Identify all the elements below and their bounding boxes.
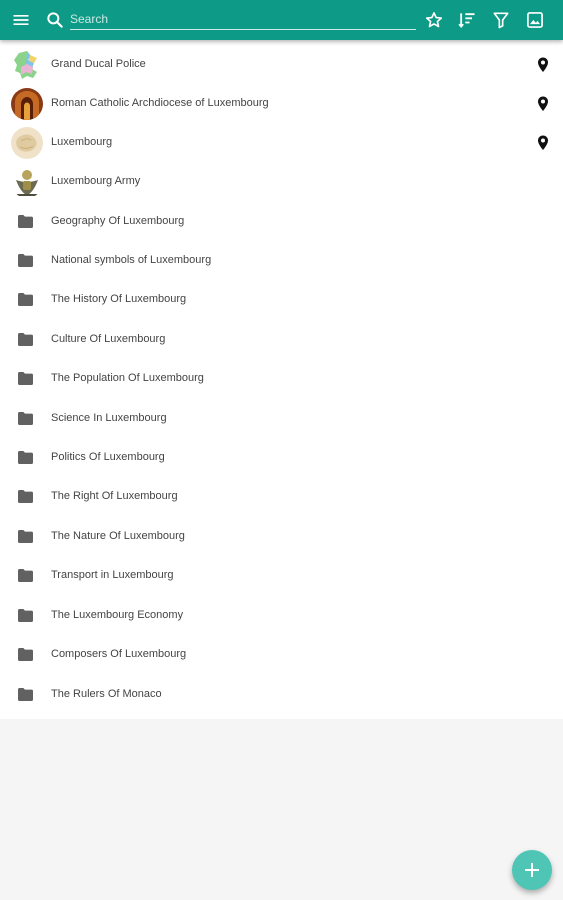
folder-icon xyxy=(18,254,33,267)
list-item-label: Grand Ducal Police xyxy=(51,58,146,70)
list-item-label: The Rulers Of Monaco xyxy=(51,688,162,700)
location-pin-icon[interactable] xyxy=(537,96,549,112)
folder-icon xyxy=(18,609,33,622)
folder-icon xyxy=(18,530,33,543)
list-item[interactable]: Roman Catholic Archdiocese of Luxembourg xyxy=(0,84,563,123)
list-item[interactable]: Transport in Luxembourg xyxy=(0,556,563,595)
list-item[interactable]: The Right Of Luxembourg xyxy=(0,477,563,516)
list-item[interactable]: Geography Of Luxembourg xyxy=(0,202,563,241)
list-item[interactable]: The Nature Of Luxembourg xyxy=(0,517,563,556)
list-item[interactable]: Composers Of Luxembourg xyxy=(0,635,563,674)
folder-icon xyxy=(18,333,33,346)
location-pin-icon[interactable] xyxy=(537,135,549,151)
list-item[interactable]: The Population Of Luxembourg xyxy=(0,359,563,398)
search-icon[interactable] xyxy=(45,10,65,30)
list-item[interactable]: The History Of Luxembourg xyxy=(0,280,563,319)
list-item-label: The History Of Luxembourg xyxy=(51,293,187,305)
folder-icon xyxy=(18,688,33,701)
list-item-label: Culture Of Luxembourg xyxy=(51,333,166,345)
list-item-label: Geography Of Luxembourg xyxy=(51,215,185,227)
list-item[interactable]: Politics Of Luxembourg xyxy=(0,438,563,477)
luxembourg-thumbnail xyxy=(11,127,43,159)
list-item-label: Transport in Luxembourg xyxy=(51,569,174,581)
list-item-label: The Population Of Luxembourg xyxy=(51,372,204,384)
sort-icon[interactable] xyxy=(457,10,477,30)
image-icon[interactable] xyxy=(525,10,545,30)
search-input[interactable] xyxy=(70,8,416,30)
list-item-label: Science In Luxembourg xyxy=(51,412,167,424)
cathedral-thumbnail xyxy=(11,88,43,120)
folder-icon xyxy=(18,569,33,582)
list-item-label: The Luxembourg Economy xyxy=(51,609,184,621)
list-item[interactable]: Science In Luxembourg xyxy=(0,399,563,438)
folder-icon xyxy=(18,293,33,306)
list-item[interactable]: Luxembourg xyxy=(0,123,563,162)
list-item-label: Composers Of Luxembourg xyxy=(51,648,187,660)
folder-icon xyxy=(18,412,33,425)
list-item-label: The Right Of Luxembourg xyxy=(51,490,178,502)
list-item[interactable]: Luxembourg Army xyxy=(0,162,563,201)
list-item[interactable]: The Luxembourg Economy xyxy=(0,596,563,635)
folder-icon xyxy=(18,451,33,464)
folder-icon xyxy=(18,372,33,385)
list-item-label: Luxembourg Army xyxy=(51,175,141,187)
list-item[interactable]: Culture Of Luxembourg xyxy=(0,320,563,359)
plus-icon xyxy=(525,863,539,877)
list-item-label: Politics Of Luxembourg xyxy=(51,451,165,463)
menu-icon[interactable] xyxy=(11,10,31,30)
location-pin-icon[interactable] xyxy=(537,57,549,73)
list-item-label: Luxembourg xyxy=(51,136,113,148)
star-icon[interactable] xyxy=(424,10,444,30)
list-item[interactable]: National symbols of Luxembourg xyxy=(0,241,563,280)
police-map-thumbnail xyxy=(11,49,43,81)
list-item-label: Roman Catholic Archdiocese of Luxembourg xyxy=(51,97,269,109)
folder-icon xyxy=(18,215,33,228)
army-emblem-thumbnail xyxy=(11,166,43,198)
item-list: Grand Ducal Police Roman Catholic Archdi… xyxy=(0,40,563,719)
folder-icon xyxy=(18,490,33,503)
list-item[interactable]: Grand Ducal Police xyxy=(0,45,563,84)
add-button[interactable] xyxy=(512,850,552,890)
app-bar xyxy=(0,0,563,40)
folder-icon xyxy=(18,648,33,661)
list-item[interactable]: The Rulers Of Monaco xyxy=(0,675,563,714)
filter-icon[interactable] xyxy=(491,10,511,30)
list-item-label: National symbols of Luxembourg xyxy=(51,254,212,266)
list-item-label: The Nature Of Luxembourg xyxy=(51,530,185,542)
